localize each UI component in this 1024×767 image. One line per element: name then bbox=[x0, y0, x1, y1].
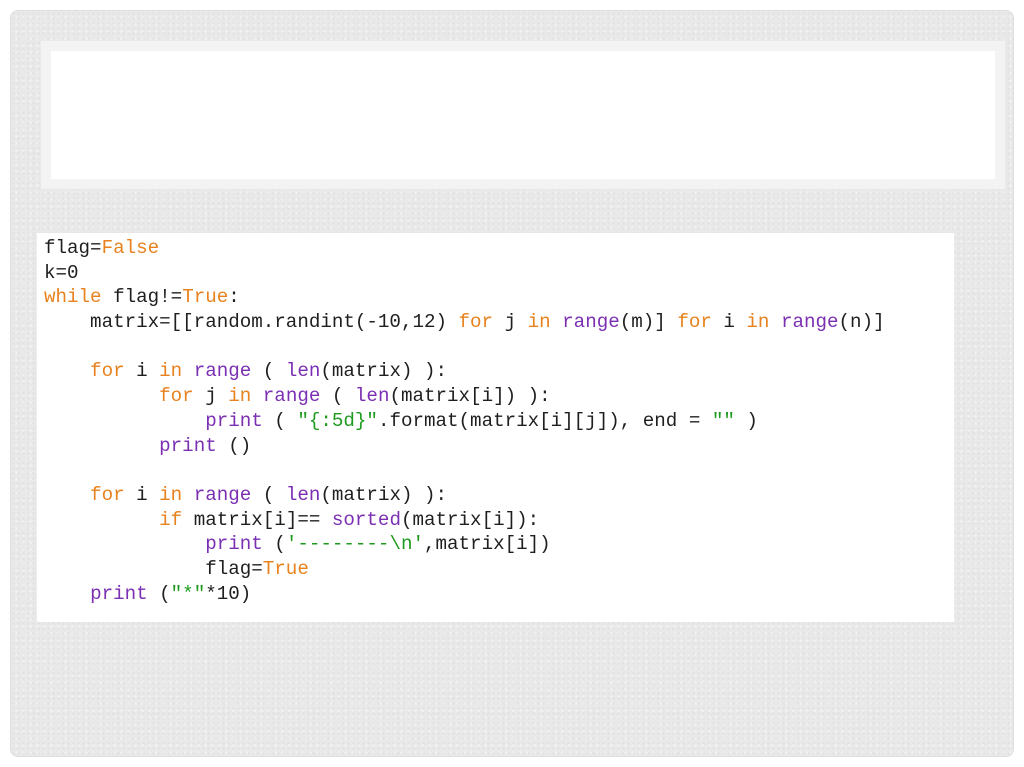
code-token: i bbox=[711, 311, 747, 334]
code-line: matrix=[[random.randint(-10,12) for j in… bbox=[44, 310, 954, 335]
code-panel: flag=False k=0 while flag!=True: matrix=[[… bbox=[37, 233, 954, 622]
code-token: for bbox=[90, 483, 125, 506]
code-token: in bbox=[159, 483, 183, 506]
title-placeholder-inner bbox=[51, 51, 995, 179]
code-line: if matrix[i]== sorted(matrix[i]): bbox=[44, 508, 954, 533]
code-token: (matrix) ): bbox=[320, 483, 448, 506]
title-placeholder bbox=[41, 41, 1005, 189]
code-token: j bbox=[493, 311, 528, 334]
code-token: range bbox=[562, 311, 620, 334]
code-token: len bbox=[285, 360, 321, 383]
code-token: in bbox=[228, 385, 252, 408]
code-token: flag= bbox=[44, 237, 102, 259]
code-token: range bbox=[193, 360, 252, 383]
code-token: for bbox=[677, 311, 712, 334]
code-token: .format(matrix[i][j]), end = bbox=[377, 409, 712, 432]
code-token: flag= bbox=[44, 557, 263, 580]
code-token: matrix=[[random.randint(-10,12) bbox=[44, 311, 459, 334]
code-line: print () bbox=[44, 434, 954, 459]
code-token: in bbox=[746, 311, 770, 334]
code-token: for bbox=[159, 385, 194, 408]
code-token: ( bbox=[147, 582, 171, 605]
code-token: True bbox=[262, 557, 309, 580]
code-token: while bbox=[44, 286, 102, 309]
code-token: False bbox=[101, 237, 160, 259]
code-token: len bbox=[285, 483, 321, 506]
code-token: : bbox=[228, 286, 240, 309]
code-line: flag=True bbox=[44, 557, 954, 582]
code-line: for i in range ( len(matrix) ): bbox=[44, 359, 954, 384]
code-token: ( bbox=[251, 360, 286, 383]
code-line: print ('--------\n',matrix[i]) bbox=[44, 532, 954, 557]
code-token: sorted bbox=[331, 508, 401, 531]
code-token: k=0 bbox=[44, 261, 79, 284]
code-token: for bbox=[458, 311, 494, 334]
code-token: True bbox=[182, 286, 229, 309]
code-line: flag=False bbox=[44, 236, 954, 261]
code-token: range bbox=[262, 385, 321, 408]
code-token: matrix[i]== bbox=[182, 508, 332, 531]
code-token: i bbox=[124, 360, 160, 383]
code-token: range bbox=[780, 311, 839, 334]
code-token: in bbox=[527, 311, 551, 334]
code-token: ) bbox=[734, 409, 758, 432]
code-line: print ( "{:5d}".format(matrix[i][j]), en… bbox=[44, 409, 954, 434]
code-token: () bbox=[216, 434, 252, 457]
code-token: ( bbox=[320, 385, 355, 408]
code-token: for bbox=[90, 360, 125, 383]
code-token: '--------\n' bbox=[285, 533, 424, 556]
code-line: print ("*"*10) bbox=[44, 582, 954, 607]
code-line: for j in range ( len(matrix[i]) ): bbox=[44, 384, 954, 409]
code-token: ( bbox=[262, 409, 298, 432]
code-token: ( bbox=[262, 533, 286, 556]
code-token: (matrix[i]): bbox=[400, 508, 540, 531]
code-token: len bbox=[354, 385, 390, 408]
code-token: *10) bbox=[205, 582, 252, 605]
code-token: i bbox=[124, 483, 160, 506]
code-token: print bbox=[205, 409, 263, 432]
code-token: "*" bbox=[170, 582, 206, 605]
code-token: range bbox=[193, 483, 252, 506]
code-token: (matrix[i]) ): bbox=[389, 385, 551, 408]
code-token: ( bbox=[251, 483, 286, 506]
code-token: if bbox=[159, 508, 183, 531]
code-line: while flag!=True: bbox=[44, 285, 954, 310]
code-token: (n)] bbox=[838, 311, 885, 334]
code-token: print bbox=[90, 582, 148, 605]
code-token: print bbox=[205, 533, 263, 556]
code-token: (m)] bbox=[619, 311, 678, 334]
code-line: for i in range ( len(matrix) ): bbox=[44, 483, 954, 508]
slide-background: flag=False k=0 while flag!=True: matrix=[[… bbox=[10, 10, 1014, 757]
code-token: "" bbox=[711, 409, 735, 432]
code-token: in bbox=[159, 360, 183, 383]
code-token: print bbox=[159, 434, 217, 457]
code-token: "{:5d}" bbox=[297, 409, 378, 432]
code-token: ,matrix[i]) bbox=[424, 533, 551, 556]
code-token: (matrix) ): bbox=[320, 360, 448, 383]
code-token: j bbox=[193, 385, 229, 408]
code-token: flag!= bbox=[101, 286, 183, 309]
code-line: k=0 bbox=[44, 261, 954, 286]
